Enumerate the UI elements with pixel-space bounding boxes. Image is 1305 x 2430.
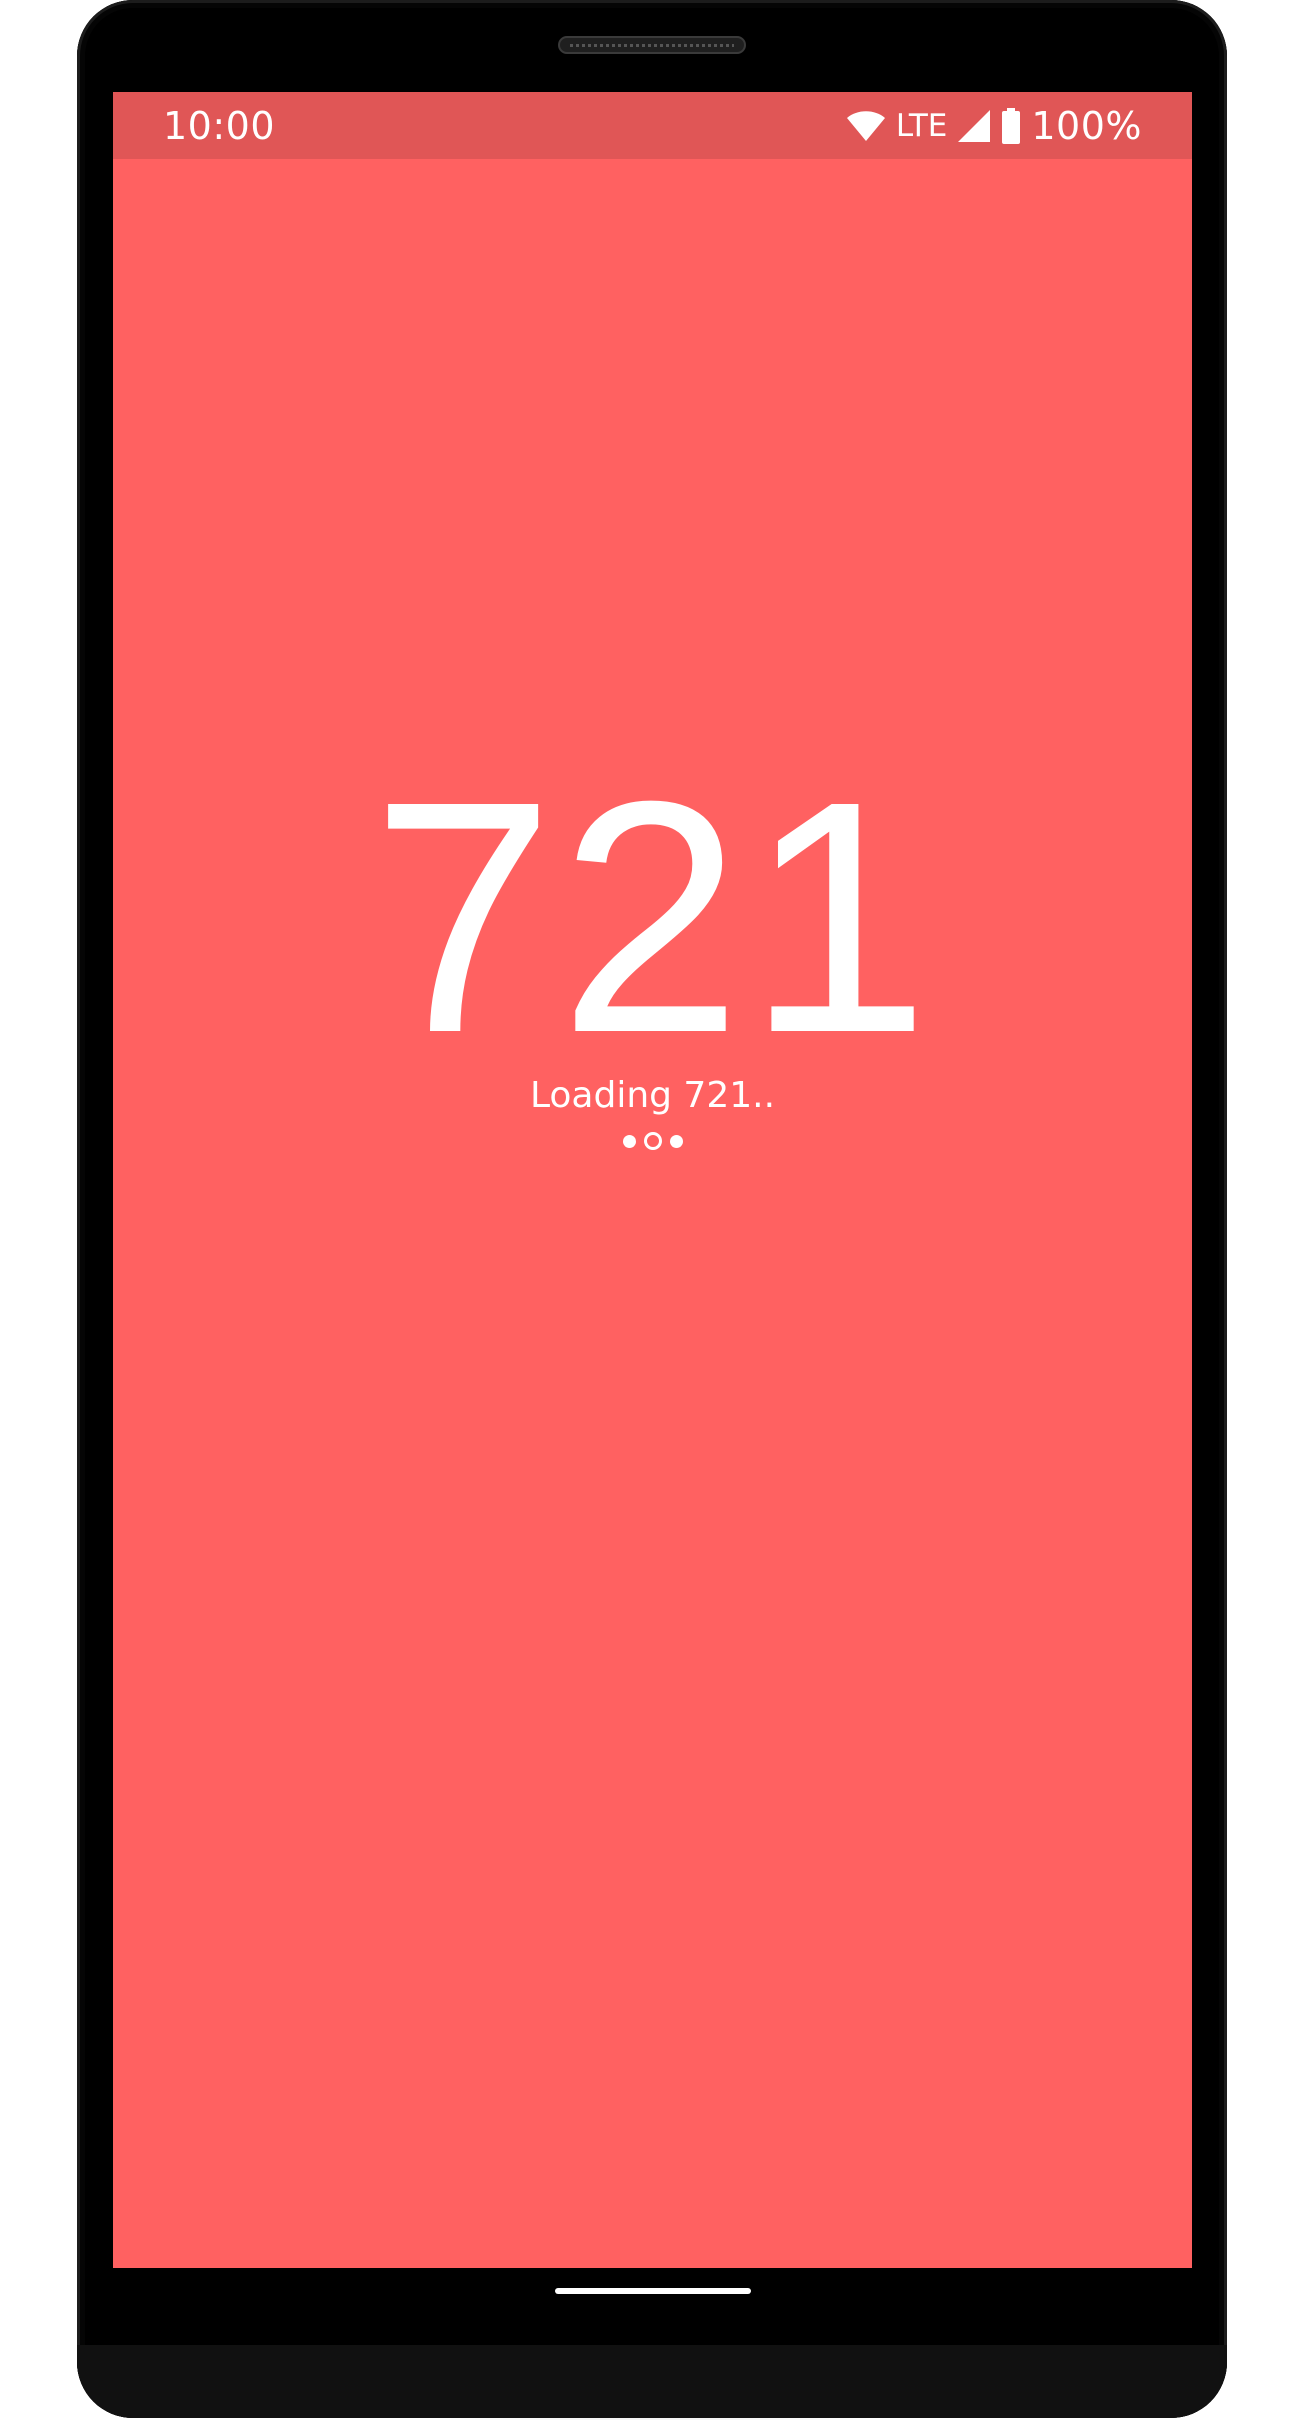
speaker-grill [570,44,734,47]
earpiece-speaker [558,36,746,54]
home-indicator-bar[interactable] [555,2288,751,2294]
loading-dot-active [643,1132,662,1150]
loading-dot [669,1134,683,1148]
loading-dot [622,1134,636,1148]
app-screen: 10:00 LTE 100% 721 Loading 721.. [113,92,1192,2268]
cell-signal-icon [957,109,991,143]
status-icons: LTE 100% [846,102,1142,150]
battery-percentage: 100% [1031,104,1142,148]
network-type: LTE [895,108,948,144]
wifi-icon [846,110,886,142]
phone-bottom-bezel [77,2345,1227,2418]
status-time: 10:00 [163,104,276,148]
loading-text: Loading 721.. [529,1075,776,1116]
device-frame-stage: 10:00 LTE 100% 721 Loading 721.. [0,0,1305,2430]
loading-dots-indicator [113,1132,1192,1150]
battery-icon [1001,108,1021,144]
status-bar: 10:00 LTE 100% [113,92,1192,159]
